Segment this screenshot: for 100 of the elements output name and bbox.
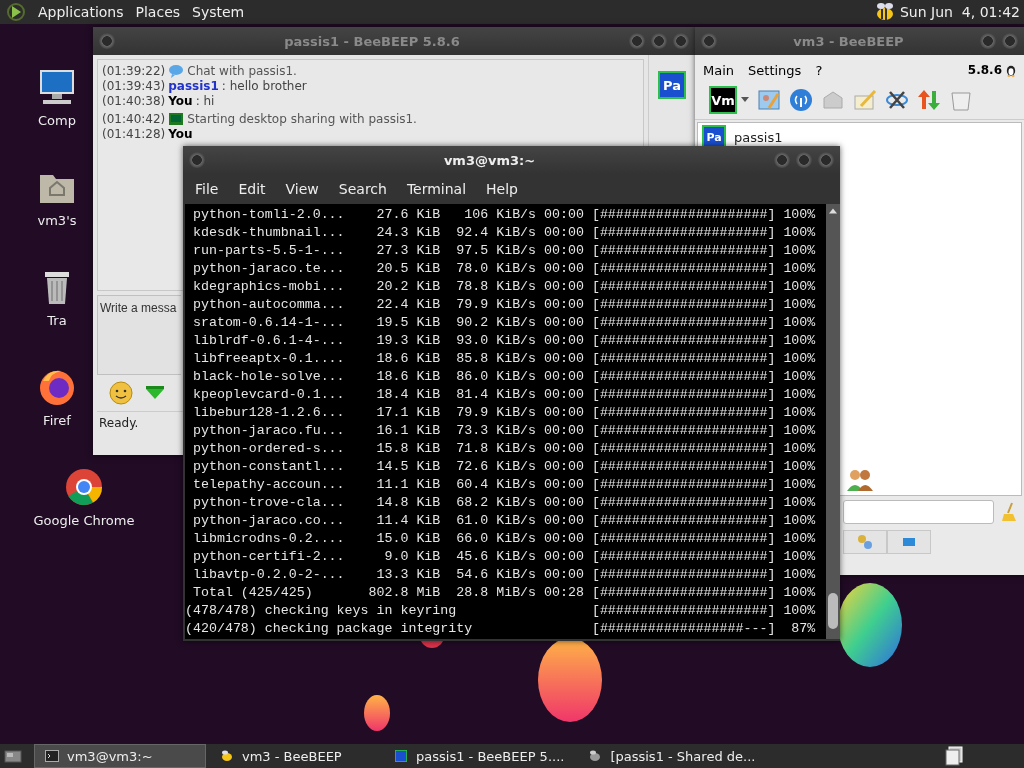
title-bar-button[interactable] <box>980 33 996 49</box>
tab[interactable] <box>843 530 887 554</box>
show-desktop-icon[interactable] <box>4 749 22 763</box>
desktop-icon-label[interactable]: Tra <box>47 313 67 328</box>
progress-text: [#####################] <box>591 584 776 602</box>
tab[interactable] <box>887 530 931 554</box>
panel-menu[interactable]: Places <box>129 4 187 20</box>
percent-text: 100% <box>783 602 816 620</box>
search-field[interactable] <box>843 500 994 524</box>
panel-menu[interactable]: Applications <box>32 4 130 20</box>
package-name: python-ordered-s... <box>192 440 346 458</box>
desktop-icon-label[interactable]: vm3's <box>37 213 77 228</box>
title-bar-button[interactable] <box>796 152 812 168</box>
percent-text: 100% <box>783 458 816 476</box>
menu-item[interactable]: ? <box>815 62 823 78</box>
title-bar-button[interactable] <box>774 152 790 168</box>
scroll-thumb[interactable] <box>828 593 838 629</box>
package-name: python-certifi-2... <box>192 548 346 566</box>
avatar[interactable]: Pa <box>658 71 686 99</box>
computer-icon[interactable] <box>37 67 77 107</box>
progress-text: [#####################] <box>591 368 776 386</box>
progress-text: [#####################] <box>591 278 776 296</box>
antenna-icon[interactable] <box>789 88 813 112</box>
desktop-icon-label[interactable]: Comp <box>38 113 76 128</box>
elapsed-time: 00:00 <box>544 332 584 350</box>
clock[interactable]: Sun Jun 4, 01:42 <box>900 4 1020 20</box>
progress-text: [#####################] <box>591 386 776 404</box>
download-speed: 81.4 KiB/s <box>455 386 537 404</box>
title-bar-button[interactable] <box>1002 33 1018 49</box>
taskbar-button[interactable]: vm3@vm3:~ <box>34 744 206 768</box>
transfer-arrows-icon[interactable] <box>917 88 941 112</box>
menu-item[interactable]: Settings <box>748 62 802 78</box>
title-bar-button[interactable] <box>99 33 115 49</box>
package-size: 18.6 KiB <box>375 350 441 368</box>
smiley-icon[interactable] <box>109 381 133 405</box>
title-bar-button[interactable] <box>651 33 667 49</box>
elapsed-time: 00:00 <box>544 206 584 224</box>
chat-message: (01:39:22) Chat with passis1. <box>102 64 298 78</box>
scrollbar[interactable] <box>826 204 840 639</box>
download-speed: 86.0 KiB/s <box>455 368 537 386</box>
menu-item[interactable]: Main <box>703 62 735 78</box>
menu-item[interactable]: Terminal <box>396 181 477 197</box>
progress-text: [#####################] <box>591 224 776 242</box>
package-name: liblrdf-0.6.1-4-... <box>192 332 346 350</box>
progress-text: [#####################] <box>591 260 776 278</box>
title-bar-button[interactable] <box>673 33 689 49</box>
download-speed: 28.8 MiB/s <box>455 584 537 602</box>
workspace-icon[interactable] <box>944 746 964 766</box>
percent-text: 100% <box>783 332 816 350</box>
elapsed-time: 00:00 <box>544 368 584 386</box>
avatar[interactable]: Vm <box>709 86 737 114</box>
message-field[interactable]: Write a messa <box>97 295 181 375</box>
broom-icon[interactable] <box>1002 502 1018 522</box>
percent-text: 100% <box>783 476 816 494</box>
download-speed: 66.0 KiB/s <box>455 530 537 548</box>
speech-bubble-icon <box>168 64 185 78</box>
percent-text: 100% <box>783 368 816 386</box>
menu-item[interactable]: Search <box>328 181 397 197</box>
menu-item[interactable]: Help <box>476 181 528 197</box>
progress-text: [#####################] <box>591 548 776 566</box>
progress-text: [#####################] <box>591 314 776 332</box>
elapsed-time: 00:00 <box>544 566 584 584</box>
package-size: 15.8 KiB <box>375 440 441 458</box>
percent-text: 87% <box>790 620 816 638</box>
desktop-icon-label[interactable]: Firef <box>43 413 71 428</box>
progress-text: [#####################] <box>591 296 776 314</box>
menu-logo-icon[interactable] <box>6 2 26 22</box>
profile-edit-icon[interactable] <box>757 88 781 112</box>
percent-text: 100% <box>783 422 816 440</box>
menu-item[interactable]: File <box>185 181 229 197</box>
download-speed: 61.0 KiB/s <box>455 512 537 530</box>
chat-message: (01:41:28) You <box>102 127 194 141</box>
elapsed-time: 00:00 <box>544 260 584 278</box>
package-name: python-jaraco.co... <box>192 512 346 530</box>
taskbar-button[interactable]: [passis1 - Shared de... <box>578 745 766 767</box>
chrome-icon[interactable] <box>64 467 104 507</box>
menu-item[interactable]: Edit <box>228 181 276 197</box>
menu-item[interactable]: View <box>275 181 329 197</box>
download-speed: 54.6 KiB/s <box>455 566 537 584</box>
title-bar-button[interactable] <box>189 152 205 168</box>
title-bar-button[interactable] <box>701 33 717 49</box>
elapsed-time: 00:00 <box>544 458 584 476</box>
chat-message: (01:40:42) Starting desktop sharing with passis1. <box>102 112 418 126</box>
package-name: black-hole-solve... <box>192 368 346 386</box>
percent-text: 100% <box>783 548 816 566</box>
title-bar-button[interactable] <box>818 152 834 168</box>
scroll-up-icon[interactable] <box>829 208 837 214</box>
caret-icon[interactable] <box>741 97 749 103</box>
taskbar-button[interactable]: passis1 - BeeBEEP 5.... <box>384 745 575 767</box>
desktop-icon-label[interactable]: Google Chrome <box>33 513 135 528</box>
letter-pencil-icon[interactable] <box>853 88 877 112</box>
package-size: 27.6 KiB <box>375 206 441 224</box>
version-label: 5.8.6 <box>967 63 1002 77</box>
people-icon[interactable] <box>846 467 874 491</box>
panel-menu[interactable]: System <box>186 4 251 20</box>
percent-text: 100% <box>783 242 816 260</box>
progress-text: [#####################] <box>591 440 776 458</box>
title-bar-button[interactable] <box>629 33 645 49</box>
taskbar-button[interactable]: vm3 - BeeBEEP <box>210 745 380 767</box>
package-size: 19.5 KiB <box>375 314 441 332</box>
